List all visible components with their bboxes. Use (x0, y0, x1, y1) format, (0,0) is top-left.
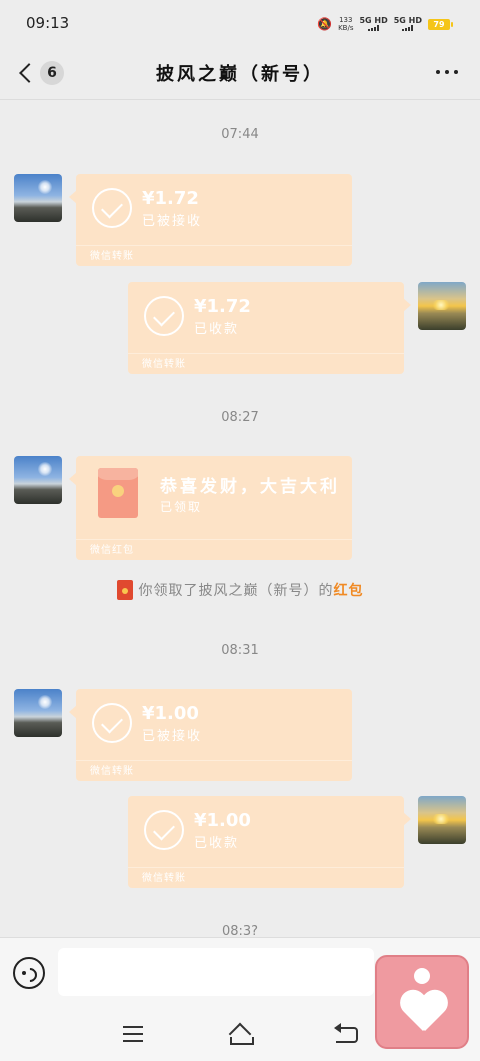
mute-icon: 🔕 (317, 17, 333, 31)
floating-app-button[interactable] (375, 955, 469, 1049)
transfer-footer: 微信转账 (142, 359, 186, 370)
transfer-amount: ¥1.00 (194, 810, 251, 831)
transfer-status: 已被接收 (142, 729, 203, 744)
contact-avatar[interactable] (14, 174, 62, 222)
contact-avatar[interactable] (14, 456, 62, 504)
transfer-status: 已收款 (194, 836, 240, 851)
chat-header: 6 披风之巅（新号） (0, 46, 480, 100)
transfer-footer: 微信转账 (142, 873, 186, 884)
voice-icon[interactable] (13, 957, 45, 989)
transfer-footer: 微信转账 (90, 766, 134, 777)
net-speed-value: 133 (339, 16, 353, 24)
transfer-amount: ¥1.72 (194, 296, 251, 317)
system-message: 你领取了披风之巅（新号）的 红包 (0, 580, 480, 600)
signal-1-icon: 5G HD (359, 16, 388, 31)
transfer-message-received[interactable]: ¥1.00 已被接收 微信转账 (69, 689, 352, 781)
transfer-amount: ¥1.72 (142, 188, 199, 209)
heart-app-icon (414, 968, 430, 984)
red-packet-status: 已领取 (160, 500, 203, 514)
timestamp: 08:31 (221, 643, 259, 658)
red-packet-message[interactable]: 恭喜发财，大吉大利 已领取 微信红包 (69, 456, 352, 560)
check-circle-icon (144, 296, 184, 336)
timestamp: 07:44 (221, 127, 259, 142)
bubble-divider (76, 245, 352, 246)
system-message-text: 你领取了披风之巅（新号）的 (138, 583, 334, 599)
check-circle-icon (92, 188, 132, 228)
red-packet-footer: 微信红包 (90, 545, 134, 556)
signal-2-icon: 5G HD (394, 17, 422, 31)
signal-1-label: 5G HD (359, 16, 388, 25)
battery-icon: 79 (428, 18, 453, 30)
red-packet-link[interactable]: 红包 (334, 580, 364, 600)
back-icon[interactable] (334, 1023, 358, 1043)
red-packet-greeting: 恭喜发财，大吉大利 (160, 477, 340, 497)
check-circle-icon (144, 810, 184, 850)
transfer-message-sent[interactable]: ¥1.72 已收款 微信转账 (128, 282, 411, 374)
timestamp: 08:27 (221, 410, 259, 425)
status-icons: 🔕 133 KB/s 5G HD 5G HD 79 (317, 16, 453, 32)
transfer-message-sent[interactable]: ¥1.00 已收款 微信转账 (128, 796, 411, 888)
home-icon[interactable] (228, 1025, 254, 1045)
message-input[interactable] (58, 948, 374, 996)
red-packet-small-icon (116, 580, 133, 600)
transfer-status: 已收款 (194, 322, 240, 337)
more-icon (436, 70, 440, 74)
chat-title: 披风之巅（新号） (156, 64, 324, 85)
bubble-divider (76, 539, 352, 540)
bubble-divider (128, 867, 404, 868)
check-circle-icon (92, 703, 132, 743)
net-speed-unit: KB/s (338, 24, 354, 32)
transfer-status: 已被接收 (142, 214, 203, 229)
signal-2-label: 5G HD (393, 16, 422, 25)
status-time: 09:13 (26, 14, 70, 32)
transfer-amount: ¥1.00 (142, 703, 199, 724)
network-speed: 133 KB/s (338, 16, 353, 32)
transfer-footer: 微信转账 (90, 251, 134, 262)
bubble-divider (76, 760, 352, 761)
transfer-message-received[interactable]: ¥1.72 已被接收 微信转账 (69, 174, 352, 266)
contact-avatar[interactable] (14, 689, 62, 737)
my-avatar[interactable] (418, 282, 466, 330)
my-avatar[interactable] (418, 796, 466, 844)
menu-icon[interactable] (123, 1026, 143, 1042)
bubble-divider (128, 353, 404, 354)
status-bar: 09:13 🔕 133 KB/s 5G HD 5G HD 79 (0, 0, 480, 46)
red-packet-icon (98, 468, 138, 518)
more-button[interactable] (436, 70, 458, 74)
heart-icon (399, 991, 449, 1035)
